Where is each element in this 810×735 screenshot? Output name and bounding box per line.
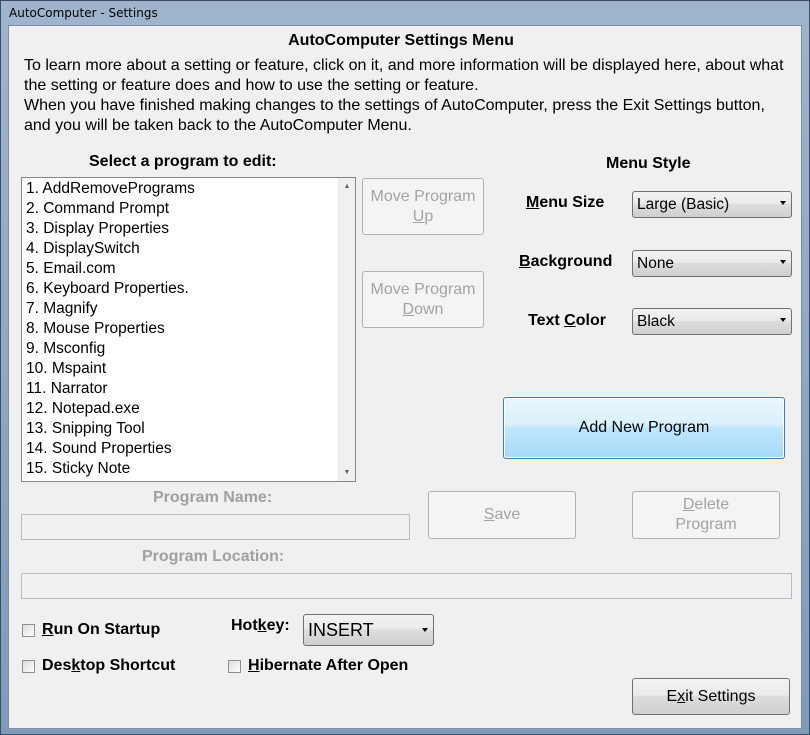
- hibernate-after-open-label[interactable]: Hibernate After Open: [248, 657, 408, 675]
- info-line: When you have finished making changes to…: [24, 97, 765, 114]
- info-line: and you will be taken back to the AutoCo…: [24, 117, 412, 134]
- program-location-field[interactable]: [21, 573, 792, 599]
- list-item[interactable]: 6. Keyboard Properties.: [22, 279, 355, 299]
- add-new-program-button[interactable]: Add New Program: [503, 397, 785, 459]
- button-label: Up: [412, 207, 434, 225]
- menu-size-value: Large (Basic): [637, 196, 730, 213]
- settings-panel: AutoComputer Settings Menu To learn more…: [8, 25, 802, 729]
- scroll-down-icon[interactable]: ▼: [339, 464, 355, 481]
- button-label: Down: [402, 300, 444, 318]
- text-color-value: Black: [637, 313, 675, 330]
- program-name-label: Program Name:: [153, 489, 273, 506]
- menu-size-select[interactable]: Large (Basic): [632, 191, 792, 218]
- window-title: AutoComputer - Settings: [9, 6, 158, 20]
- title-bar[interactable]: AutoComputer - Settings: [1, 1, 809, 25]
- desktop-shortcut-label[interactable]: Desktop Shortcut: [42, 657, 175, 675]
- list-item[interactable]: 13. Snipping Tool: [22, 419, 355, 439]
- text-color-label: Text Color: [528, 312, 606, 329]
- list-item[interactable]: 8. Mouse Properties: [22, 319, 355, 339]
- background-select[interactable]: None: [632, 250, 792, 277]
- program-list-items: 1. AddRemovePrograms 2. Command Prompt 3. …: [22, 178, 355, 479]
- program-location-label: Program Location:: [142, 548, 285, 565]
- list-scrollbar[interactable]: ▲ ▼: [338, 178, 355, 481]
- list-item[interactable]: 5. Email.com: [22, 259, 355, 279]
- menu-style-heading: Menu Style: [606, 155, 691, 172]
- chevron-down-icon: [780, 260, 786, 264]
- list-item[interactable]: 15. Sticky Note: [22, 459, 355, 479]
- move-program-down-button[interactable]: Move Program Down: [362, 271, 484, 328]
- list-item[interactable]: 7. Magnify: [22, 299, 355, 319]
- program-list[interactable]: 1. AddRemovePrograms 2. Command Prompt 3. …: [21, 177, 356, 482]
- exit-settings-button[interactable]: Exit Settings: [632, 678, 790, 715]
- info-text[interactable]: To learn more about a setting or feature…: [24, 56, 794, 136]
- chevron-down-icon: [780, 201, 786, 205]
- list-item[interactable]: 12. Notepad.exe: [22, 399, 355, 419]
- program-name-field[interactable]: [21, 514, 410, 540]
- run-on-startup-checkbox[interactable]: [22, 624, 35, 637]
- background-value: None: [637, 255, 675, 272]
- scroll-up-icon[interactable]: ▲: [339, 178, 355, 195]
- list-item[interactable]: 3. Display Properties: [22, 219, 355, 239]
- button-label: Move Program: [370, 187, 476, 205]
- list-item[interactable]: 9. Msconfig: [22, 339, 355, 359]
- program-list-label: Select a program to edit:: [89, 153, 277, 170]
- hibernate-after-open-checkbox[interactable]: [228, 660, 241, 673]
- list-item[interactable]: 11. Narrator: [22, 379, 355, 399]
- list-item[interactable]: 10. Mspaint: [22, 359, 355, 379]
- list-item[interactable]: 4. DisplaySwitch: [22, 239, 355, 259]
- list-item[interactable]: 2. Command Prompt: [22, 199, 355, 219]
- hotkey-value: INSERT: [308, 620, 374, 640]
- hotkey-select[interactable]: INSERT: [303, 614, 434, 646]
- list-item[interactable]: 14. Sound Properties: [22, 439, 355, 459]
- button-label: Save: [483, 506, 521, 523]
- info-line: the setting or feature does and how to u…: [24, 77, 479, 94]
- move-program-up-button[interactable]: Move Program Up: [362, 178, 484, 235]
- chevron-down-icon: [422, 628, 428, 632]
- run-on-startup-label[interactable]: Run On Startup: [42, 621, 160, 639]
- info-line: To learn more about a setting or feature…: [24, 57, 784, 74]
- save-button[interactable]: Save: [428, 491, 576, 539]
- text-color-select[interactable]: Black: [632, 308, 792, 335]
- menu-size-label: Menu Size: [526, 194, 605, 211]
- delete-program-button[interactable]: Delete Program: [632, 491, 780, 539]
- button-label: Program: [675, 516, 737, 533]
- hotkey-label: Hotkey:: [231, 617, 290, 634]
- list-item[interactable]: 1. AddRemovePrograms: [22, 179, 355, 199]
- background-label: Background: [519, 253, 613, 270]
- settings-window: AutoComputer - Settings AutoComputer Set…: [0, 0, 810, 735]
- button-label: Delete: [682, 496, 730, 513]
- button-label: Exit Settings: [666, 687, 756, 705]
- page-title: AutoComputer Settings Menu: [288, 32, 514, 49]
- desktop-shortcut-checkbox[interactable]: [22, 660, 35, 673]
- chevron-down-icon: [780, 318, 786, 322]
- button-label: Move Program: [370, 280, 476, 298]
